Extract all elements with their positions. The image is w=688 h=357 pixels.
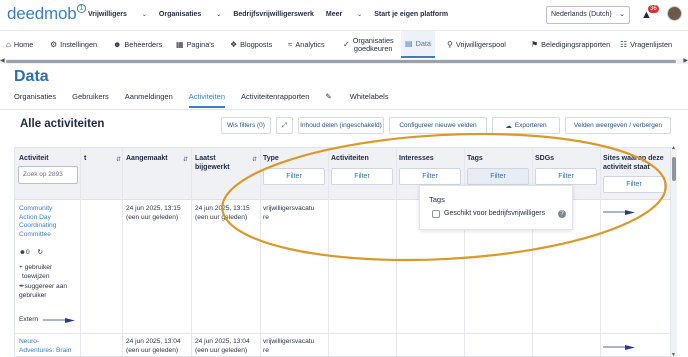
- highlight-ellipse: [221, 132, 667, 262]
